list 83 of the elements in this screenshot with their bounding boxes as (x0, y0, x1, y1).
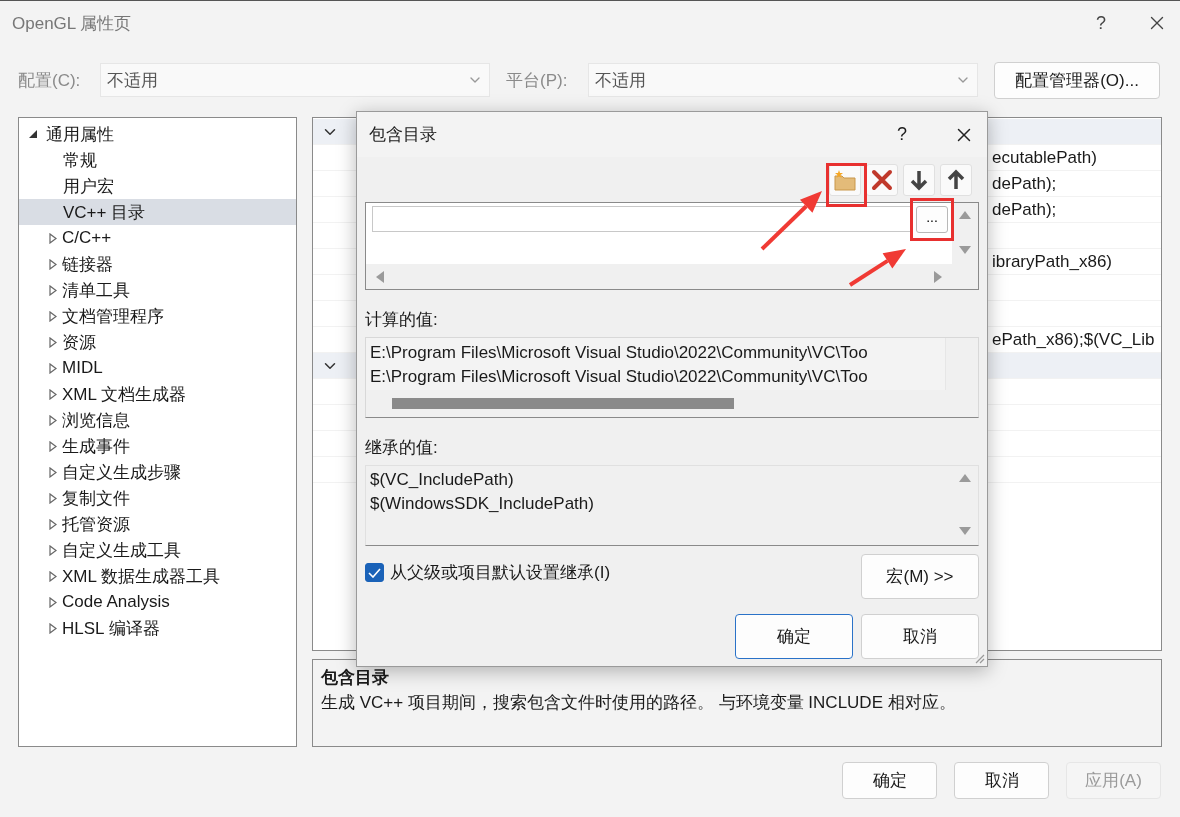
tree-item[interactable]: MIDL (19, 355, 296, 381)
computed-value: E:\Program Files\Microsoft Visual Studio\2022\Community\VC\Too (370, 366, 869, 388)
tree-item[interactable]: 通用属性 (19, 121, 296, 147)
dialog-title: 包含目录 (369, 124, 437, 146)
collapsed-triangle-icon[interactable] (49, 570, 57, 582)
platform-dropdown[interactable]: 不适用 (588, 63, 978, 97)
collapsed-triangle-icon[interactable] (49, 622, 57, 634)
help-button[interactable]: ? (1096, 12, 1106, 34)
collapsed-triangle-icon[interactable] (49, 388, 57, 400)
config-dropdown[interactable]: 不适用 (100, 63, 490, 97)
config-manager-button[interactable]: 配置管理器(O)... (994, 61, 1160, 99)
collapsed-triangle-icon[interactable] (49, 518, 57, 530)
tree-item[interactable]: HLSL 编译器 (19, 615, 296, 641)
expanded-triangle-icon[interactable] (29, 130, 37, 138)
ok-button[interactable]: 确定 (842, 762, 937, 799)
cancel-button[interactable]: 取消 (861, 614, 979, 659)
tree-item[interactable]: 链接器 (19, 251, 296, 277)
tree-item[interactable]: 清单工具 (19, 277, 296, 303)
macro-button[interactable]: 宏(M) >> (861, 554, 979, 599)
inherited-value: $(WindowsSDK_IncludePath) (370, 493, 595, 515)
property-value: dePath); (992, 173, 1058, 194)
cancel-button[interactable]: 取消 (954, 762, 1049, 799)
move-up-button[interactable] (940, 164, 972, 196)
collapsed-triangle-icon[interactable] (49, 232, 57, 244)
collapsed-triangle-icon[interactable] (49, 440, 57, 452)
highlight-frame (826, 163, 867, 207)
directory-list[interactable]: ... (365, 202, 979, 290)
browse-button[interactable]: ... (916, 206, 948, 233)
tree-item[interactable]: 自定义生成工具 (19, 537, 296, 563)
tree-item[interactable]: 自定义生成步骤 (19, 459, 296, 485)
tree-item[interactable]: Code Analysis (19, 589, 296, 615)
tree-item[interactable]: 资源 (19, 329, 296, 355)
highlight-frame (910, 198, 954, 241)
collapsed-triangle-icon[interactable] (49, 310, 57, 322)
annotation-arrow (760, 191, 822, 251)
description-title: 包含目录 (321, 667, 390, 689)
tree-item[interactable]: XML 文档生成器 (19, 381, 296, 407)
move-down-button[interactable] (903, 164, 935, 196)
collapsed-triangle-icon[interactable] (49, 284, 57, 296)
collapsed-triangle-icon[interactable] (49, 336, 57, 348)
collapsed-triangle-icon[interactable] (49, 492, 57, 504)
resize-grip-icon[interactable] (973, 652, 985, 664)
path-input-field[interactable] (372, 206, 912, 232)
collapsed-triangle-icon[interactable] (49, 258, 57, 270)
dialog-help-button[interactable]: ? (897, 124, 907, 145)
collapsed-triangle-icon[interactable] (49, 362, 57, 374)
property-value: dePath); (992, 199, 1058, 220)
computed-values-label: 计算的值: (365, 309, 439, 331)
ok-button[interactable]: 确定 (735, 614, 853, 659)
tree-item[interactable]: 文档管理程序 (19, 303, 296, 329)
up-arrow-icon (947, 169, 965, 191)
collapsed-triangle-icon[interactable] (49, 466, 57, 478)
window-title: OpenGL 属性页 (12, 12, 133, 35)
inherit-checkbox[interactable] (365, 563, 384, 582)
down-arrow-icon (910, 169, 928, 191)
new-folder-button[interactable] (829, 164, 861, 196)
property-value: ePath_x86);$(VC_Lib (992, 329, 1156, 350)
inherited-values-label: 继承的值: (365, 437, 439, 459)
property-value: ecutablePath) (992, 147, 1098, 168)
inherited-value: $(VC_IncludePath) (370, 469, 515, 491)
config-label: 配置(C): (18, 69, 82, 92)
inherit-label: 从父级或项目默认设置继承(I) (390, 562, 611, 584)
tree-item[interactable]: 浏览信息 (19, 407, 296, 433)
collapsed-triangle-icon[interactable] (49, 544, 57, 556)
x-icon (871, 169, 893, 191)
property-value: ibraryPath_x86) (992, 251, 1113, 272)
delete-button[interactable] (866, 164, 898, 196)
tree-item[interactable]: 用户宏 (19, 173, 296, 199)
tree-item[interactable]: 托管资源 (19, 511, 296, 537)
description-text: 生成 VC++ 项目期间，搜索包含文件时使用的路径。 与环境变量 INCLUDE 相对应。 (321, 692, 957, 714)
folder-star-icon (833, 169, 857, 191)
collapsed-triangle-icon[interactable] (49, 596, 57, 608)
tree-item[interactable]: 生成事件 (19, 433, 296, 459)
computed-value: E:\Program Files\Microsoft Visual Studio\2022\Community\VC\Too (370, 342, 869, 364)
tree-item[interactable]: XML 数据生成器工具 (19, 563, 296, 589)
scrollbar-thumb[interactable] (392, 398, 734, 410)
tree-item[interactable]: 复制文件 (19, 485, 296, 511)
collapsed-triangle-icon[interactable] (49, 414, 57, 426)
platform-label: 平台(P): (506, 69, 569, 92)
tree-item[interactable]: C/C++ (19, 225, 296, 251)
tree-item[interactable]: VC++ 目录 (19, 199, 296, 225)
tree-item[interactable]: 常规 (19, 147, 296, 173)
annotation-arrow (848, 249, 906, 287)
